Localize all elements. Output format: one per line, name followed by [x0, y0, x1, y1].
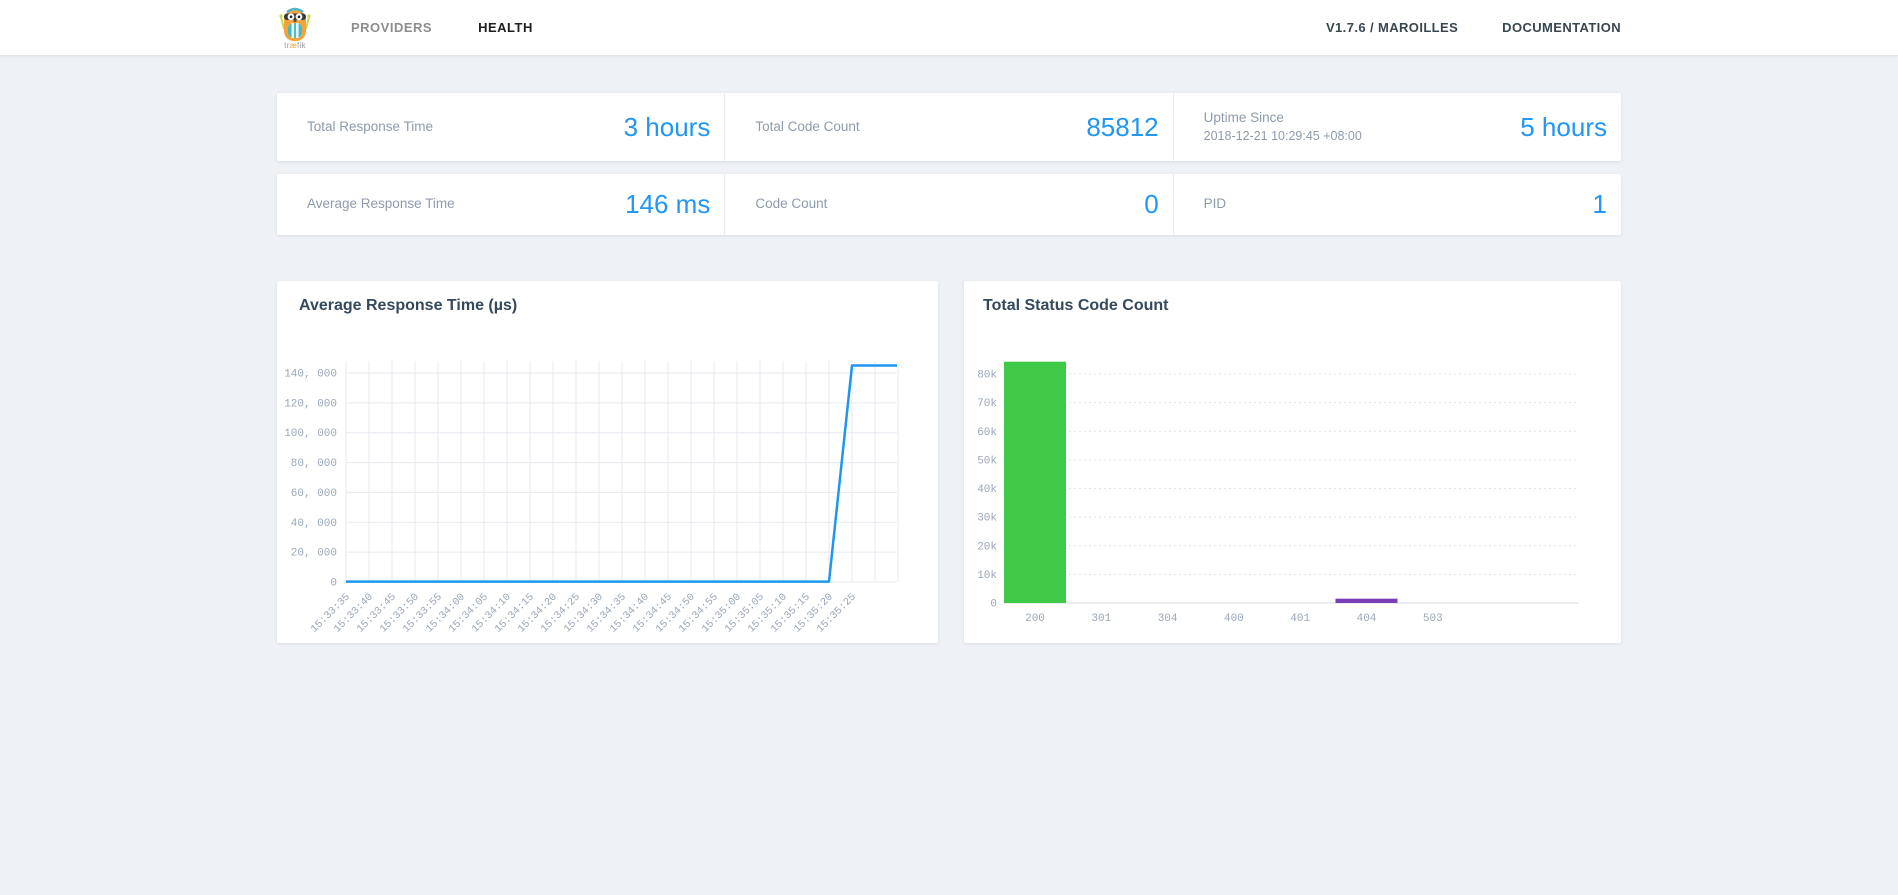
svg-text:60, 000: 60, 000	[291, 488, 337, 500]
svg-text:0: 0	[330, 578, 337, 590]
stat-label: Total Code Count	[755, 118, 860, 134]
stat-pid: PID 1	[1172, 174, 1621, 235]
svg-text:400: 400	[1224, 613, 1244, 625]
svg-text:401: 401	[1290, 613, 1310, 625]
stat-value: 146 ms	[625, 189, 711, 219]
version-link[interactable]: V1.7.6 / MAROILLES	[1326, 20, 1458, 35]
stat-code-count: Code Count 0	[724, 174, 1172, 235]
stats-card-totals: Total Response Time 3 hours Total Code C…	[277, 93, 1621, 161]
stat-value: 1	[1592, 189, 1607, 219]
stat-value: 0	[1144, 189, 1159, 219]
stat-value: 85812	[1086, 111, 1159, 142]
stats-card-current: Average Response Time 146 ms Code Count …	[277, 174, 1621, 235]
stat-uptime-since: Uptime Since 2018-12-21 10:29:45 +08:00 …	[1172, 93, 1621, 161]
traefik-wordmark: træfik	[284, 41, 306, 50]
status-code-bar-chart: 0 10k 20k 30k 40k 50k 60k 70k 80k 200 301 304 400 401…	[977, 361, 1579, 625]
svg-text:200: 200	[1025, 613, 1045, 625]
traefik-logo[interactable]: træfik	[277, 7, 313, 50]
svg-text:404: 404	[1357, 613, 1377, 625]
svg-text:304: 304	[1158, 613, 1178, 625]
svg-text:50k: 50k	[977, 455, 997, 467]
svg-text:503: 503	[1423, 613, 1443, 625]
stat-average-response-time: Average Response Time 146 ms	[277, 174, 724, 235]
stat-value: 3 hours	[623, 111, 711, 142]
svg-text:30k: 30k	[977, 513, 997, 525]
nav-tab-health[interactable]: HEALTH	[478, 20, 533, 35]
stat-value: 5 hours	[1520, 111, 1607, 142]
stat-total-code-count: Total Code Count 85812	[724, 93, 1172, 161]
top-navbar: træfik PROVIDERS HEALTH V1.7.6 / MAROILL…	[0, 0, 1898, 56]
svg-text:60k: 60k	[977, 427, 997, 439]
svg-text:100, 000: 100, 000	[284, 428, 337, 440]
svg-text:70k: 70k	[977, 398, 997, 410]
status-code-chart-card: Total Status Code Count 0 10k 20k 30k 40k 50k…	[964, 281, 1621, 643]
stat-label: Total Response Time	[307, 118, 434, 134]
svg-text:40, 000: 40, 000	[291, 518, 337, 530]
stat-label: PID	[1203, 196, 1227, 212]
svg-text:120, 000: 120, 000	[284, 398, 337, 410]
svg-text:20, 000: 20, 000	[291, 548, 337, 560]
nav-tab-providers[interactable]: PROVIDERS	[351, 20, 432, 35]
traefik-gopher-icon	[279, 7, 311, 41]
svg-text:10k: 10k	[977, 570, 997, 582]
svg-text:80, 000: 80, 000	[291, 458, 337, 470]
svg-text:0: 0	[990, 599, 997, 611]
svg-text:20k: 20k	[977, 541, 997, 553]
documentation-link[interactable]: DOCUMENTATION	[1502, 20, 1621, 35]
response-time-line-chart: 0 20, 000 40, 000 60, 000 80, 000 100, 000 120…	[284, 361, 899, 635]
stat-label: Code Count	[755, 196, 828, 212]
svg-text:140, 000: 140, 000	[284, 369, 337, 381]
svg-text:40k: 40k	[977, 484, 997, 496]
stat-label: Average Response Time	[307, 196, 455, 212]
uptime-timestamp: 2018-12-21 10:29:45 +08:00	[1203, 129, 1362, 143]
response-time-chart-card: Average Response Time (µs) 0 20, 000 40, 0…	[277, 281, 938, 643]
svg-text:80k: 80k	[977, 370, 997, 382]
stat-label: Uptime Since 2018-12-21 10:29:45 +08:00	[1203, 109, 1362, 143]
svg-text:301: 301	[1091, 613, 1111, 625]
stat-total-response-time: Total Response Time 3 hours	[277, 93, 724, 161]
